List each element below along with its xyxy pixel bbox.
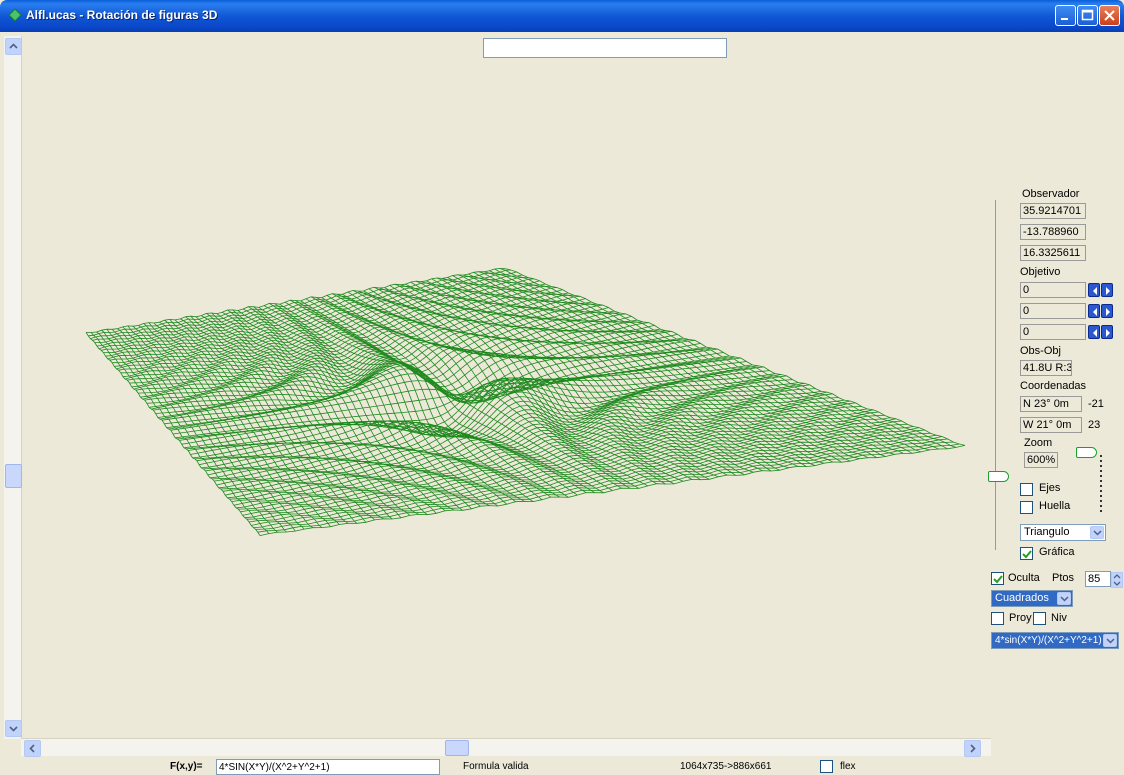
proy-checkbox[interactable] [991,612,1004,625]
objetivo-y-field[interactable]: 0 [1020,303,1086,319]
zoom-field: 600% [1024,452,1058,468]
objetivo-x-arrows [1088,283,1114,297]
ejes-label: Ejes [1039,482,1061,494]
coordenadas-label: Coordenadas [1020,380,1087,392]
shape-select-value: Triangulo [1024,526,1070,538]
obs-obj-label: Obs-Obj [1020,345,1061,357]
objetivo-z-right-arrow-icon[interactable] [1101,325,1113,339]
check-icon [993,575,1003,584]
huella-checkbox[interactable] [1020,501,1033,514]
coord-n-side-value: -21 [1088,398,1104,410]
zoom-label: Zoom [1024,437,1053,449]
mesh-line [457,274,886,457]
fxy-label: F(x,y)= [170,761,203,772]
observador-y-field[interactable]: -13.788960 [1020,224,1086,240]
niv-label: Niv [1051,612,1067,624]
objetivo-label: Objetivo [1020,266,1061,278]
grafica-checkbox[interactable] [1020,547,1033,560]
shape-select[interactable]: Triangulo [1020,524,1106,541]
mode-select[interactable]: Cuadrados [991,590,1073,607]
coord-w-field: W 21° 0m [1020,417,1082,433]
objetivo-y-arrows [1088,304,1114,318]
zoom-slider-ticks [1100,455,1102,515]
check-icon [1022,550,1032,559]
spinner-arrows-icon [1113,574,1121,586]
coord-n-field: N 23° 0m [1020,396,1082,412]
objetivo-y-right-arrow-icon[interactable] [1101,304,1113,318]
objetivo-x-right-arrow-icon[interactable] [1101,283,1113,297]
observer-slider-track[interactable] [995,200,996,550]
objetivo-z-left-arrow-icon[interactable] [1088,325,1100,339]
oculta-checkbox[interactable] [991,572,1004,585]
objetivo-z-field[interactable]: 0 [1020,324,1086,340]
mesh-line [447,277,869,459]
surface-mesh-graph[interactable] [0,0,1124,775]
grafica-label: Gráfica [1039,546,1075,558]
mesh-line [441,278,860,460]
objetivo-z-arrows [1088,325,1114,339]
ptos-field[interactable]: 85 [1085,571,1111,587]
ptos-spinner[interactable] [1111,572,1123,588]
observador-z-field[interactable]: 16.3325611 [1020,245,1086,261]
proy-label: Proy [1009,612,1032,624]
mode-select-dropdown-icon[interactable] [1057,592,1071,605]
objetivo-x-left-arrow-icon[interactable] [1088,283,1100,297]
mesh-line [246,432,931,520]
obs-obj-field: 41.8U R:3 [1020,360,1072,376]
flex-checkbox[interactable] [820,760,833,773]
oculta-label: Oculta [1008,572,1040,584]
flex-label: flex [840,761,856,772]
mesh-line [484,271,930,451]
formula-input[interactable] [216,759,440,775]
observador-label: Observador [1022,188,1080,200]
huella-label: Huella [1039,500,1071,512]
dimensions-text: 1064x735->886x661 [680,761,772,772]
mesh-line [379,287,754,473]
zoom-slider-thumb[interactable] [1076,447,1097,458]
objetivo-x-field[interactable]: 0 [1020,282,1086,298]
niv-checkbox[interactable] [1033,612,1046,625]
mesh-line [251,436,943,526]
ejes-checkbox[interactable] [1020,483,1033,496]
ptos-label: Ptos [1052,572,1075,584]
observer-slider-thumb[interactable] [988,471,1009,482]
mesh-line [249,434,937,523]
formula-select-dropdown-icon[interactable] [1103,634,1117,647]
formula-select[interactable]: 4*sin(X*Y)/(X^2+Y^2+1) [991,632,1119,649]
coord-w-side-value: 23 [1088,419,1101,431]
mode-select-value: Cuadrados [995,592,1049,604]
observador-x-field[interactable]: 35.9214701 [1020,203,1086,219]
shape-select-dropdown-icon[interactable] [1090,526,1104,539]
formula-validity-text: Formula valida [463,761,529,772]
objetivo-y-left-arrow-icon[interactable] [1088,304,1100,318]
formula-select-value: 4*sin(X*Y)/(X^2+Y^2+1) [995,635,1102,646]
